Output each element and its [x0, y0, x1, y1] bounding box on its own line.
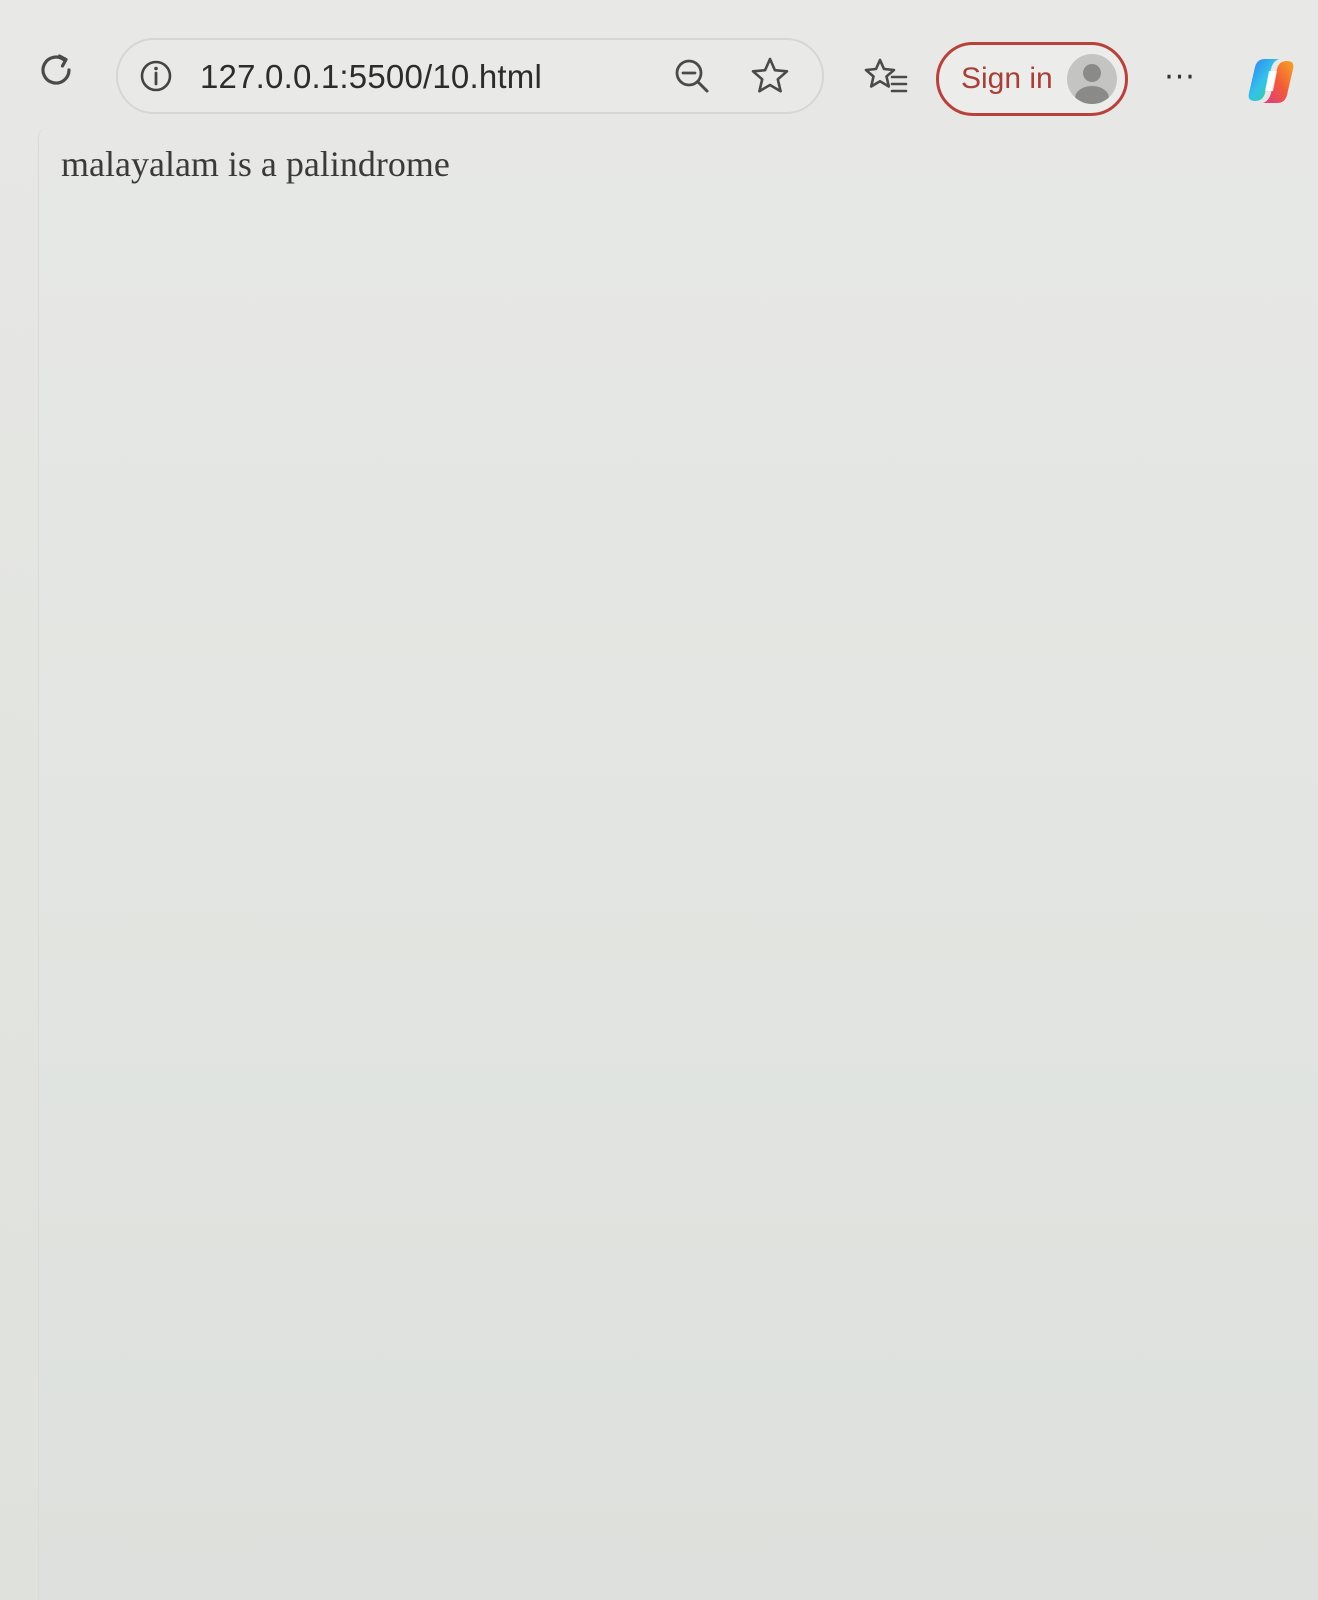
profile-avatar-icon: [1067, 54, 1117, 104]
page-content-area: malayalam is a palindrome: [38, 128, 1318, 1600]
zoom-out-icon[interactable]: [670, 54, 714, 98]
sign-in-button[interactable]: Sign in: [936, 42, 1128, 116]
page-body-text: malayalam is a palindrome: [61, 144, 450, 184]
star-icon[interactable]: [748, 54, 792, 98]
sign-in-label: Sign in: [961, 62, 1053, 95]
address-bar[interactable]: 127.0.0.1:5500/10.html: [116, 38, 824, 114]
reload-icon[interactable]: [30, 44, 82, 96]
favorites-icon[interactable]: [862, 54, 910, 102]
copilot-icon[interactable]: [1242, 52, 1300, 110]
browser-toolbar: 127.0.0.1:5500/10.html Sign in ···: [0, 0, 1318, 128]
info-icon[interactable]: [136, 54, 176, 98]
more-options-button[interactable]: ···: [1158, 58, 1202, 98]
url-text[interactable]: 127.0.0.1:5500/10.html: [200, 54, 542, 100]
